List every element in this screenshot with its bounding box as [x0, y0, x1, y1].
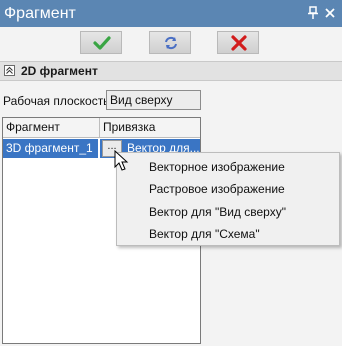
mouse-cursor-icon [114, 149, 130, 172]
refresh-icon [165, 36, 177, 50]
window-title: Фрагмент [4, 5, 76, 22]
pin-icon[interactable] [306, 5, 320, 21]
cancel-button[interactable] [217, 31, 259, 54]
menu-item-vector-scheme[interactable]: Вектор для "Схема" [149, 227, 260, 241]
title-bar: Фрагмент [0, 0, 342, 27]
fragment-panel: Фрагмент 2D фрагмент Рабочая плоскость: … [0, 0, 342, 346]
cross-icon [231, 35, 247, 51]
menu-item-vector-top-view[interactable]: Вектор для "Вид сверху" [149, 205, 286, 219]
work-plane-label: Рабочая плоскость: [3, 94, 113, 108]
menu-item-vector-image[interactable]: Векторное изображение [149, 160, 285, 174]
work-plane-field[interactable]: Вид сверху [106, 90, 201, 110]
column-header-fragment[interactable]: Фрагмент [3, 118, 100, 138]
ok-button[interactable] [80, 31, 122, 54]
close-icon[interactable] [323, 5, 337, 21]
fragment-cell[interactable]: 3D фрагмент_1 [3, 139, 99, 158]
section-header: 2D фрагмент [0, 61, 342, 81]
collapse-icon[interactable] [4, 65, 15, 76]
checkmark-icon [93, 36, 111, 50]
context-menu: Векторное изображение Растровое изображе… [116, 152, 340, 246]
menu-item-raster-image[interactable]: Растровое изображение [149, 182, 285, 196]
section-title: 2D фрагмент [21, 64, 98, 78]
column-header-binding[interactable]: Привязка [100, 118, 200, 138]
refresh-button[interactable] [149, 31, 191, 54]
